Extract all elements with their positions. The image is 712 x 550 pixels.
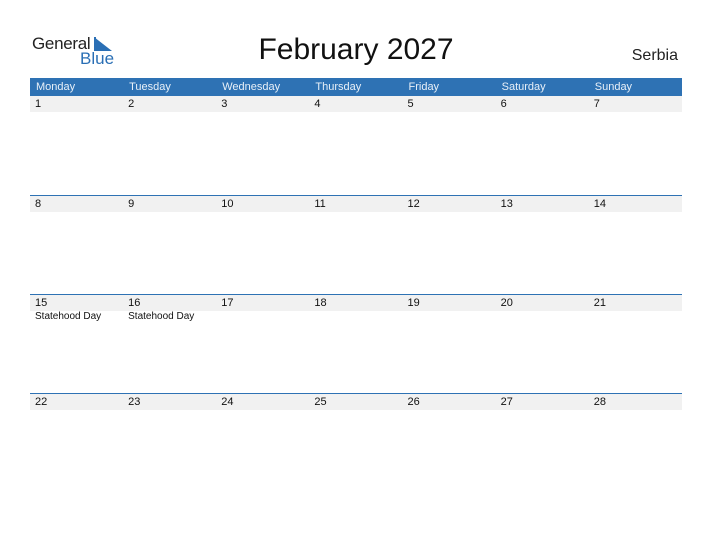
- day-number: 19: [407, 297, 420, 309]
- week-row: 8 9 10 11 12 13 14: [30, 195, 682, 294]
- day-number: 16: [128, 297, 141, 309]
- day-number: 3: [221, 98, 228, 110]
- day-number: 28: [593, 396, 606, 408]
- day-number: 23: [128, 396, 141, 408]
- holiday-label: Statehood Day: [128, 311, 195, 322]
- country-label: Serbia: [631, 47, 678, 64]
- date-row: 8 9 10 11 12 13 14: [30, 196, 682, 212]
- day-number: 4: [314, 98, 321, 110]
- day-number: 20: [500, 297, 513, 309]
- week-row: 1 2 3 4 5 6 7: [30, 96, 682, 195]
- weekday-header: Saturday: [501, 81, 546, 93]
- date-row: 15 16 17 18 19 20 21: [30, 295, 682, 311]
- calendar-title: February 2027: [258, 33, 454, 66]
- holiday-label: Statehood Day: [35, 311, 102, 322]
- day-number: 21: [593, 297, 606, 309]
- day-number: 6: [500, 98, 507, 110]
- day-number: 2: [128, 98, 135, 110]
- calendar-grid: Monday Tuesday Wednesday Thursday Friday…: [30, 78, 682, 492]
- day-number: 7: [593, 98, 600, 110]
- day-number: 13: [500, 198, 513, 210]
- weekday-header: Thursday: [315, 81, 362, 93]
- day-number: 22: [35, 396, 48, 408]
- day-number: 14: [593, 198, 606, 210]
- holiday-label: [309, 311, 402, 323]
- holiday-label: [496, 311, 589, 323]
- day-number: 25: [314, 396, 327, 408]
- day-number: 10: [221, 198, 234, 210]
- weekday-header: Tuesday: [129, 81, 171, 93]
- date-row: 22 23 24 25 26 27 28: [30, 394, 682, 410]
- holiday-label: [589, 311, 682, 323]
- day-number: 27: [500, 396, 513, 408]
- weekday-header: Wednesday: [222, 81, 281, 93]
- date-row: 1 2 3 4 5 6 7: [30, 96, 682, 112]
- holiday-label: [216, 311, 309, 323]
- week-row: 15 16 17 18 19 20 21 Statehood Day Statehood Day: [30, 294, 682, 393]
- day-number: 26: [407, 396, 420, 408]
- weekday-header: Sunday: [594, 81, 633, 93]
- week-row: 22 23 24 25 26 27 28: [30, 393, 682, 492]
- day-number: 24: [221, 396, 234, 408]
- holiday-label: [403, 311, 496, 323]
- day-number: 18: [314, 297, 327, 309]
- event-row: Statehood Day Statehood Day: [30, 311, 682, 323]
- day-number: 1: [35, 98, 42, 110]
- day-number: 8: [35, 198, 42, 210]
- weekday-header-row: Monday Tuesday Wednesday Thursday Friday…: [30, 78, 682, 96]
- weekday-header: Friday: [408, 81, 440, 93]
- day-number: 9: [128, 198, 135, 210]
- day-number: 15: [35, 297, 48, 309]
- day-number: 11: [314, 198, 326, 210]
- day-number: 12: [407, 198, 420, 210]
- weekday-header: Monday: [36, 81, 76, 93]
- day-number: 17: [221, 297, 234, 309]
- day-number: 5: [407, 98, 414, 110]
